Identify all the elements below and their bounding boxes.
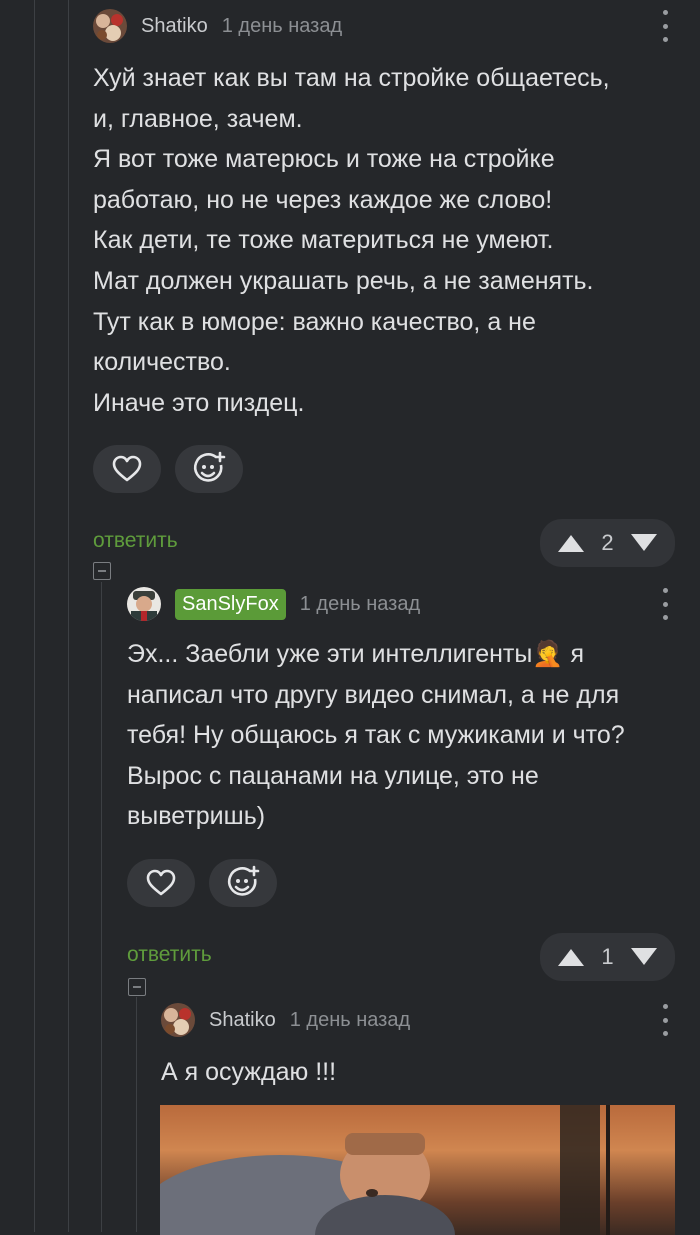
- comment-line: Я вот тоже матерюсь и тоже на стройке: [93, 145, 555, 174]
- triangle-down-icon[interactable]: [629, 947, 659, 967]
- comment-line: Иначе это пиздец.: [93, 388, 305, 417]
- comment-footer: ответить 2: [93, 519, 675, 568]
- timestamp: 1 день назад: [289, 1008, 411, 1031]
- vote-box: 2: [540, 519, 675, 568]
- like-button[interactable]: [127, 858, 195, 907]
- add-reaction-icon: [193, 452, 226, 483]
- comment-line: Хуй знает как вы там на стройке общаетес…: [93, 64, 610, 92]
- heart-icon: [146, 869, 176, 896]
- comment-line: работаю, но не через каждое же слово!: [93, 185, 553, 214]
- comment-header: Shatiko 1 день назад: [93, 0, 675, 52]
- rating-count: 1: [601, 943, 614, 969]
- like-button[interactable]: [93, 445, 161, 494]
- comment-line: А я осуждаю !!!: [161, 1058, 337, 1086]
- comment-line: тебя! Ну общаюсь я так с мужиками и что?: [127, 721, 625, 750]
- comment-footer: ответить 1: [127, 932, 675, 981]
- facepalm-emoji: 🤦: [532, 640, 564, 668]
- username[interactable]: Shatiko: [209, 1009, 276, 1032]
- avatar[interactable]: [93, 9, 127, 43]
- triangle-down-icon[interactable]: [629, 533, 659, 553]
- comment-line: количество.: [93, 348, 231, 377]
- comment-text: Эх... Заебли уже эти интеллигенты🤦 я нап…: [127, 634, 675, 837]
- comment-header: Shatiko 1 день назад: [161, 994, 675, 1046]
- comment-text-part: Эх... Заебли уже эти интеллигенты: [127, 640, 533, 668]
- more-vertical-icon[interactable]: [655, 588, 675, 620]
- comment-line: Тут как в юморе: важно качество, а не: [93, 307, 536, 336]
- comment-2: SanSlyFox 1 день назад Эх... Заебли уже …: [127, 578, 675, 981]
- comment-header: SanSlyFox 1 день назад: [127, 578, 675, 630]
- comment-text: А я осуждаю !!!: [161, 1052, 675, 1093]
- add-reaction-button[interactable]: [209, 858, 277, 907]
- comment-line: Мат должен украшать речь, а не заменять.: [93, 266, 594, 295]
- comment-line: Как дети, те тоже материться не умеют.: [93, 226, 554, 255]
- rating-count: 2: [601, 530, 614, 556]
- comment-actions: [127, 858, 675, 907]
- comment-actions: [93, 445, 675, 494]
- timestamp: 1 день назад: [221, 14, 343, 37]
- comment-text-part: я: [563, 640, 584, 668]
- heart-icon: [112, 456, 142, 482]
- avatar[interactable]: [127, 587, 161, 621]
- comment-image[interactable]: [160, 1105, 675, 1235]
- thread-line-level3: [136, 997, 137, 1232]
- comment-text: Хуй знает как вы там на стройке общаетес…: [93, 58, 675, 423]
- timestamp: 1 день назад: [299, 592, 421, 615]
- reply-link[interactable]: ответить: [93, 529, 178, 553]
- comment-line: Эх... Заебли уже эти интеллигенты🤦 я: [127, 634, 675, 675]
- vote-box: 1: [540, 932, 675, 981]
- comment-line: Вырос с пацанами на улице, это не: [127, 761, 539, 790]
- reply-link[interactable]: ответить: [127, 943, 212, 967]
- add-reaction-icon: [227, 865, 260, 896]
- comment-line: написал что другу видео снимал, а не для: [127, 680, 620, 709]
- username[interactable]: Shatiko: [141, 15, 208, 38]
- thread-line-level2: [101, 582, 102, 1232]
- add-reaction-button[interactable]: [175, 445, 243, 494]
- comment-line: и, главное, зачем.: [93, 104, 303, 133]
- thread-line-level1: [68, 0, 69, 1232]
- thread-line-outer: [34, 0, 35, 1232]
- triangle-up-icon[interactable]: [556, 947, 586, 967]
- comment-1: Shatiko 1 день назад Хуй знает как вы та…: [93, 0, 675, 568]
- more-vertical-icon[interactable]: [655, 10, 675, 42]
- triangle-up-icon[interactable]: [556, 533, 586, 553]
- comment-line: выветришь): [127, 802, 266, 831]
- comment-3: Shatiko 1 день назад А я осуждаю !!!: [161, 994, 675, 1093]
- avatar[interactable]: [161, 1003, 195, 1037]
- username-badge[interactable]: SanSlyFox: [175, 588, 286, 620]
- more-vertical-icon[interactable]: [655, 1004, 675, 1036]
